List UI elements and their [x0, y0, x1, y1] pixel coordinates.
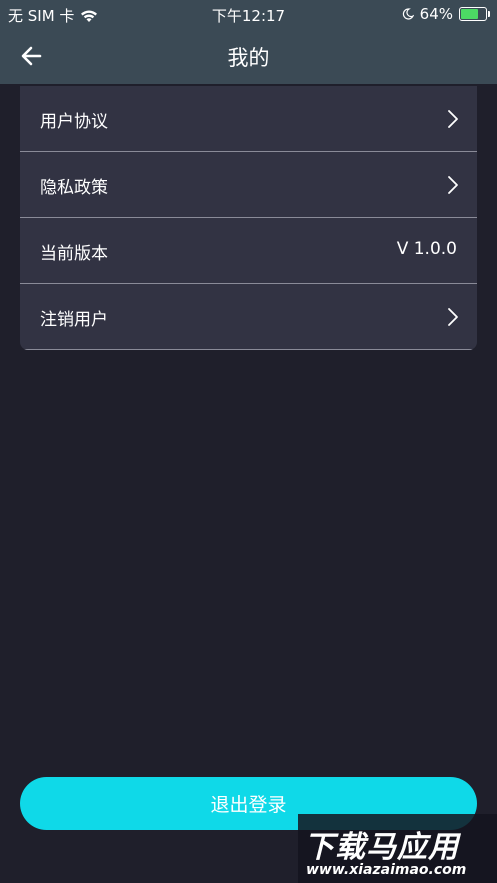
- chevron-right-icon: [448, 110, 458, 128]
- status-right: 64%: [402, 5, 490, 23]
- settings-item-current-version: 当前版本 V 1.0.0: [20, 218, 477, 284]
- watermark-title: 下载马应用: [304, 830, 459, 865]
- moon-icon: [402, 8, 414, 20]
- chevron-right-icon: [448, 176, 458, 194]
- battery-cap: [488, 11, 490, 17]
- settings-item-privacy-policy[interactable]: 隐私政策: [20, 152, 477, 218]
- settings-item-label: 隐私政策: [40, 178, 108, 198]
- battery-icon: [459, 7, 490, 21]
- settings-item-delete-account[interactable]: 注销用户: [20, 284, 477, 350]
- settings-item-label: 注销用户: [40, 310, 108, 330]
- watermark-logo: 下载马应用 www.xiazaimao.com: [298, 814, 497, 883]
- battery-percent: 64%: [419, 5, 453, 23]
- watermark-url: www.xiazaimao.com: [306, 862, 467, 878]
- nav-bar: 我的: [0, 28, 497, 84]
- settings-item-user-agreement[interactable]: 用户协议: [20, 86, 477, 152]
- settings-item-label: 用户协议: [40, 112, 108, 132]
- version-value: V 1.0.0: [396, 239, 457, 259]
- chevron-right-icon: [448, 308, 458, 326]
- settings-card: 用户协议 隐私政策 当前版本 V 1.0.0 注销用户: [20, 86, 477, 350]
- battery-fill: [461, 9, 478, 19]
- settings-item-label: 当前版本: [40, 244, 108, 264]
- status-bar: 无 SIM 卡 下午12:17 64%: [0, 0, 497, 28]
- page-title: 我的: [227, 46, 270, 70]
